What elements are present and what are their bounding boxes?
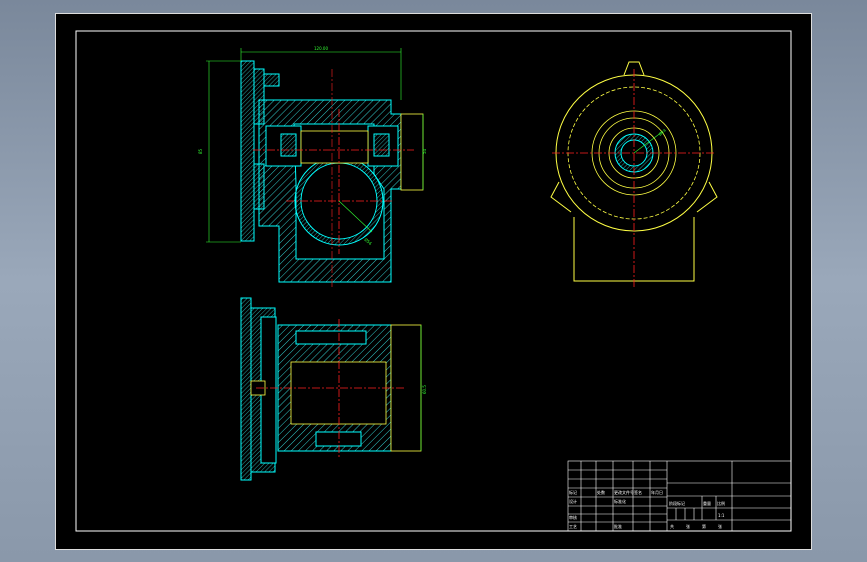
- tb-standard: 标准化: [614, 498, 626, 504]
- tb-mark: 标记: [569, 489, 577, 495]
- tb-stage: 阶段标记: [669, 500, 685, 506]
- tb-process: 工艺: [569, 524, 577, 529]
- title-block: [567, 460, 792, 532]
- drawing-sheet: 120.00 85 54 Ø56 60.5 Ø24 标记 处数 更改文件号 签名…: [55, 13, 812, 550]
- title-block-text: 标记 处数 更改文件号 签名 年月日 设计 标准化 审核 工艺 批准 阶段标记 …: [569, 489, 725, 529]
- tb-total: 共: [670, 523, 674, 529]
- side-view: Ø24: [550, 61, 718, 289]
- tb-design: 设计: [569, 498, 577, 504]
- tb-num: 第: [702, 523, 706, 529]
- tb-review: 审核: [569, 514, 577, 520]
- tb-sheet: 张: [718, 523, 722, 529]
- tb-scale: 1:1: [718, 513, 725, 518]
- tb-change: 更改文件号: [614, 489, 634, 495]
- dim-height-left: 85: [198, 148, 203, 154]
- tb-ratio: 比例: [717, 500, 725, 506]
- front-section-view: 120.00 85 54 Ø56: [198, 46, 427, 289]
- dim-height-right: 54: [422, 148, 427, 154]
- dim-width-top: 120.00: [314, 46, 328, 51]
- top-section-view: 60.5: [240, 297, 427, 481]
- drawing-canvas: 120.00 85 54 Ø56 60.5 Ø24 标记 处数 更改文件号 签名…: [75, 30, 792, 532]
- tb-date: 年月日: [651, 489, 663, 495]
- tb-sign: 签名: [634, 489, 642, 495]
- cad-viewport: 120.00 85 54 Ø56 60.5 Ø24 标记 处数 更改文件号 签名…: [0, 0, 867, 562]
- tb-sheets: 张: [686, 523, 690, 529]
- tb-approve: 批准: [614, 523, 622, 529]
- tb-zone: 处数: [597, 489, 605, 495]
- tb-weight: 重量: [703, 500, 711, 506]
- dim-height-bottom: 60.5: [422, 385, 427, 394]
